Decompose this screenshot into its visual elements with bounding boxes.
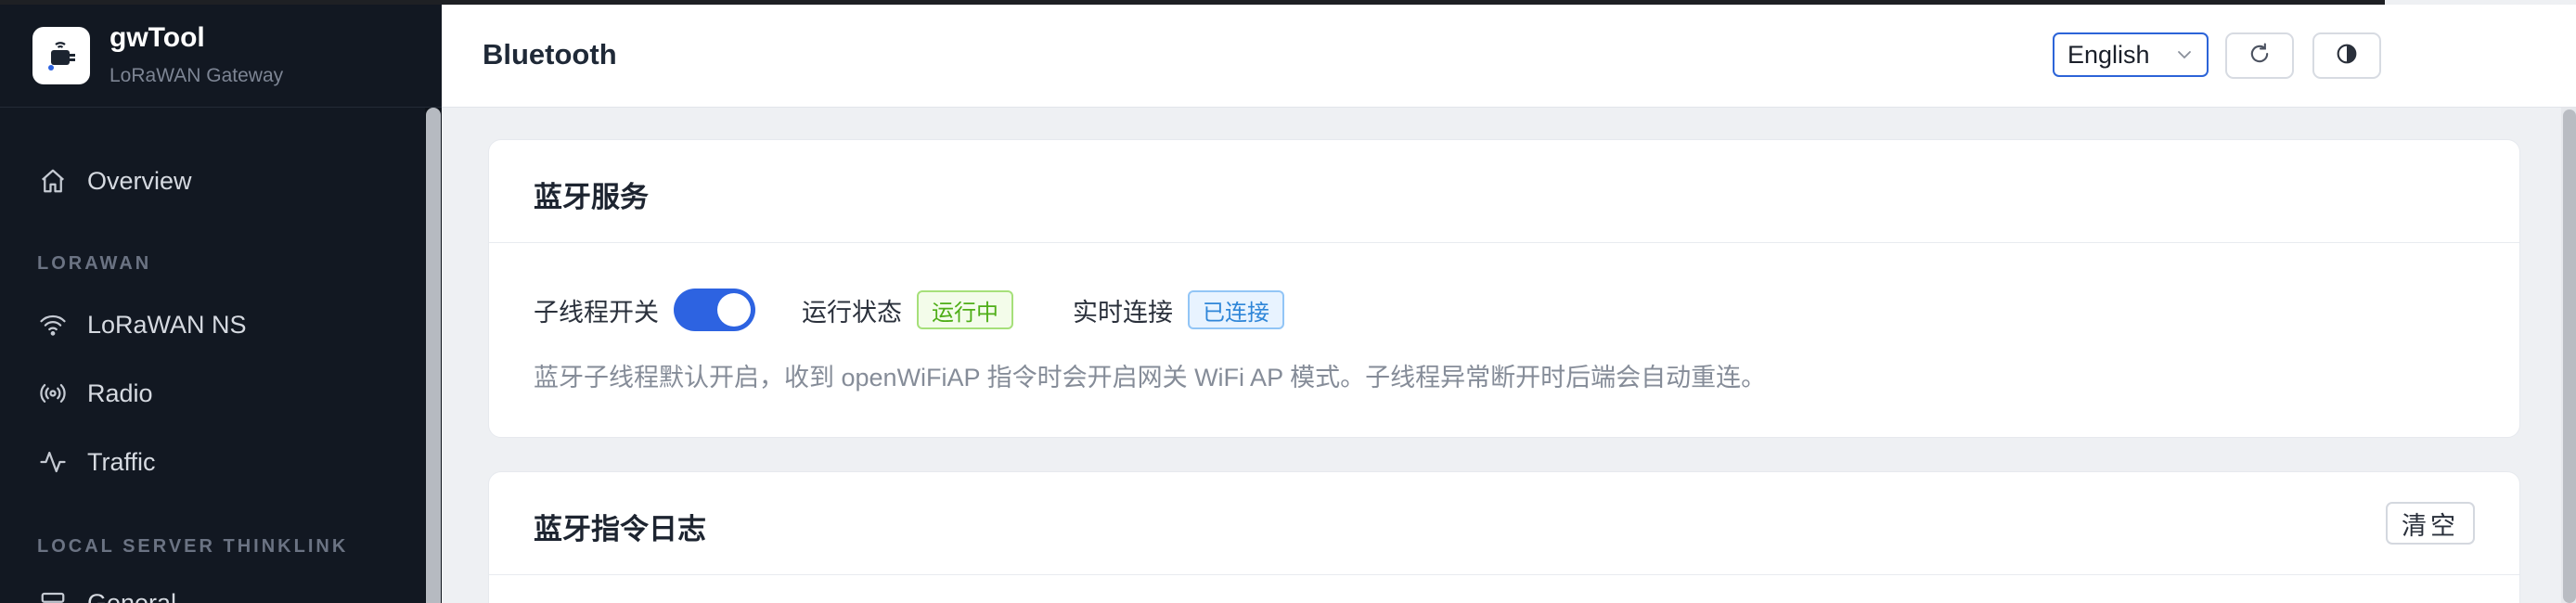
language-select[interactable]: English <box>2053 32 2209 77</box>
sidebar-item-label: General <box>87 588 177 603</box>
service-status-row: 子线程开关 运行状态 运行中 实时连接 已连接 <box>534 287 1284 333</box>
contrast-icon <box>2334 41 2360 71</box>
bluetooth-log-card: 蓝牙指令日志 清空 <box>488 471 2520 603</box>
connection-status-badge: 已连接 <box>1188 290 1284 329</box>
sidebar-item-label: Radio <box>87 378 153 407</box>
card-header: 蓝牙服务 <box>489 140 2519 243</box>
home-icon <box>37 165 69 197</box>
top-header: Bluetooth English <box>442 5 2576 108</box>
radio-icon <box>37 378 69 409</box>
sidebar: gwTool LoRaWAN Gateway Overview LORAWAN … <box>0 0 442 603</box>
sidebar-item-radio[interactable]: Radio <box>37 375 408 412</box>
run-status-label: 运行状态 <box>802 298 902 327</box>
wifi-icon <box>37 309 69 340</box>
sidebar-item-overview[interactable]: Overview <box>37 162 408 199</box>
bluetooth-service-card: 蓝牙服务 子线程开关 运行状态 运行中 实时连接 已连接 蓝牙子线程默认开启，收… <box>488 139 2520 438</box>
toggle-knob <box>717 293 751 327</box>
card-header: 蓝牙指令日志 清空 <box>489 472 2519 575</box>
sidebar-item-general[interactable]: General <box>37 584 408 603</box>
sidebar-scrollbar-thumb[interactable] <box>426 108 441 603</box>
thread-switch-label: 子线程开关 <box>534 298 659 327</box>
sidebar-section-lorawan: LORAWAN <box>37 253 152 274</box>
sidebar-item-traffic[interactable]: Traffic <box>37 443 408 481</box>
thread-switch-toggle[interactable] <box>674 289 755 331</box>
app-title: gwTool <box>109 22 205 53</box>
chevron-down-icon <box>2175 45 2194 69</box>
main-scrollbar-thumb[interactable] <box>2563 109 2576 603</box>
sidebar-item-label: Overview <box>87 166 192 195</box>
sidebar-section-local-server: LOCAL SERVER THINKLINK <box>37 536 349 557</box>
app-subtitle: LoRaWAN Gateway <box>109 65 284 86</box>
refresh-icon <box>2247 41 2273 71</box>
server-icon <box>37 587 69 603</box>
window-top-edge <box>0 0 2385 5</box>
sidebar-item-label: LoRaWAN NS <box>87 310 247 339</box>
language-value: English <box>2067 40 2150 69</box>
app-logo <box>32 27 90 84</box>
card-title: 蓝牙服务 <box>534 181 649 213</box>
connection-label: 实时连接 <box>1073 298 1173 327</box>
refresh-button[interactable] <box>2225 32 2294 79</box>
sidebar-item-lorawan-ns[interactable]: LoRaWAN NS <box>37 306 408 343</box>
theme-toggle-button[interactable] <box>2312 32 2381 79</box>
sidebar-item-label: Traffic <box>87 447 156 476</box>
clear-log-button[interactable]: 清空 <box>2386 502 2475 545</box>
service-description: 蓝牙子线程默认开启，收到 openWiFiAP 指令时会开启网关 WiFi AP… <box>534 364 1767 391</box>
brand-header: gwTool LoRaWAN Gateway <box>0 0 442 108</box>
card-title: 蓝牙指令日志 <box>534 513 706 545</box>
activity-icon <box>37 446 69 478</box>
page-title: Bluetooth <box>483 38 617 71</box>
run-status-badge: 运行中 <box>917 290 1013 329</box>
